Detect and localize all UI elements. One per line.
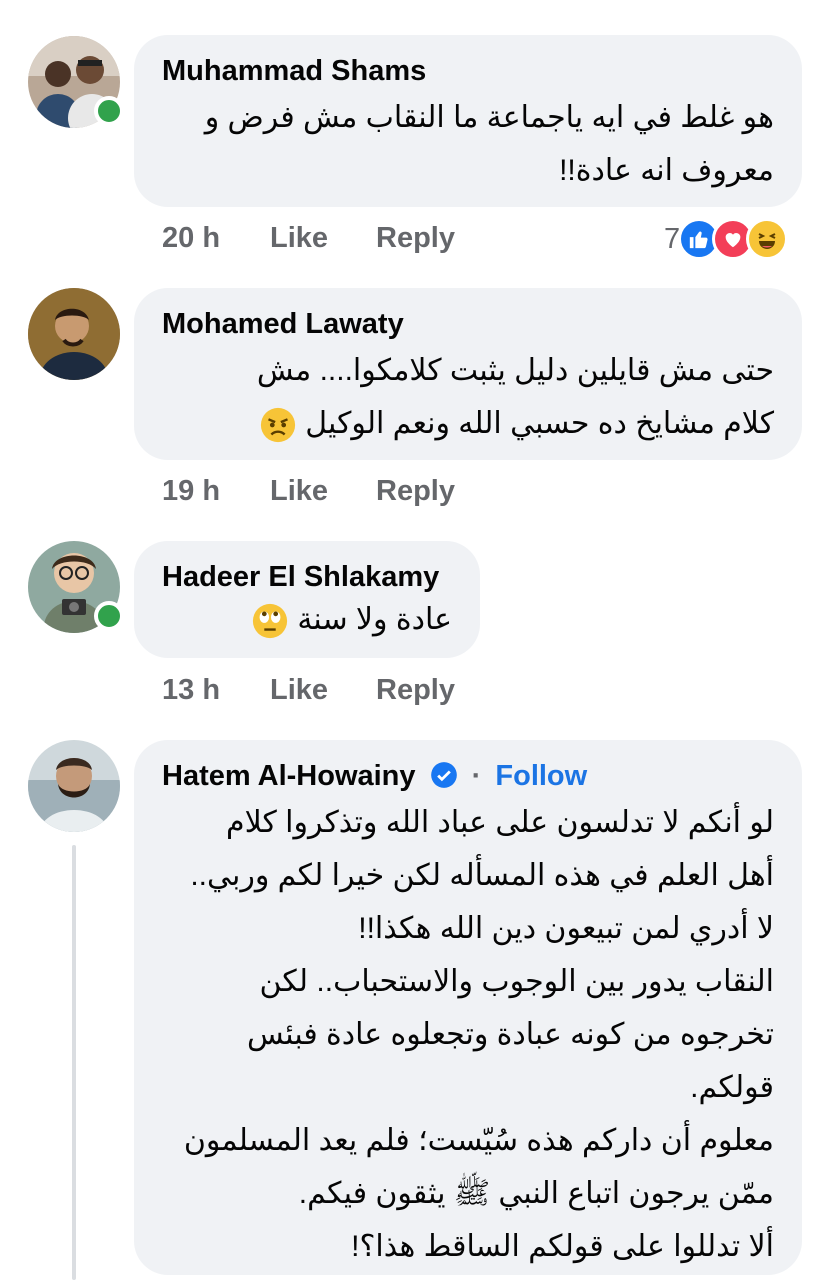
comment-bubble[interactable]: Hadeer El Shlakamy عادة ولا سنة xyxy=(134,541,480,658)
comment-text: عادة ولا سنة xyxy=(162,597,452,643)
reactions-summary[interactable]: 7 xyxy=(664,218,789,260)
verified-badge-icon xyxy=(430,762,457,788)
reply-button[interactable]: Reply xyxy=(376,222,455,255)
comment-line: عادة ولا سنة xyxy=(162,597,452,643)
comment-line: ألا تدللوا على قولكم الساقط هذا؟! xyxy=(351,1230,774,1263)
comment-line: ممّن يرجون اتباع النبي ﷺ يثقون فيكم. xyxy=(298,1177,774,1210)
comment-line: تخرجوه من كونه عبادة وتجعلوه عادة فبئس xyxy=(247,1018,774,1051)
separator: · xyxy=(471,760,482,792)
comment-timestamp[interactable]: 20 h xyxy=(162,222,270,255)
comment-text: هو غلط في ايه ياجماعة ما النقاب مش فرض و… xyxy=(162,91,774,197)
eye-roll-emoji xyxy=(252,603,288,639)
avatar[interactable] xyxy=(28,288,120,380)
online-status-indicator xyxy=(94,96,124,126)
comment-bubble[interactable]: Muhammad Shams هو غلط في ايه ياجماعة ما … xyxy=(134,35,802,207)
comment-line: قولكم. xyxy=(690,1071,774,1104)
comment-timestamp[interactable]: 13 h xyxy=(162,674,270,707)
comment-author[interactable]: Mohamed Lawaty xyxy=(162,306,774,342)
comment-author[interactable]: Muhammad Shams xyxy=(162,53,774,89)
comment-text: حتى مش قايلين دليل يثبت كلامكوا.... مش ك… xyxy=(162,344,774,450)
comment-line: لا أدري لمن تبيعون دين الله هكذا!! xyxy=(358,912,774,945)
comment-text: لو أنكم لا تدلسون على عباد الله وتذكروا … xyxy=(162,796,774,1273)
haha-reaction-icon xyxy=(746,218,789,260)
comment-line: معلوم أن داركم هذه سُيّست؛ فلم يعد المسل… xyxy=(183,1124,774,1157)
comment-line: حتى مش قايلين دليل يثبت كلامكوا.... مش xyxy=(256,354,774,387)
comment-actions: 19 h Like Reply xyxy=(162,475,455,508)
like-button[interactable]: Like xyxy=(270,674,376,707)
comment-timestamp[interactable]: 19 h xyxy=(162,475,270,508)
comment-line-text: كلام مشايخ ده حسبي الله ونعم الوكيل xyxy=(305,407,774,440)
follow-button[interactable]: Follow xyxy=(495,760,587,792)
comment-author[interactable]: Hadeer El Shlakamy xyxy=(162,559,452,595)
comment-line: هو غلط في ايه ياجماعة ما النقاب مش فرض و xyxy=(204,101,774,134)
like-button[interactable]: Like xyxy=(270,475,376,508)
comment-author-row: Hatem Al-Howainy · Follow xyxy=(162,758,774,794)
reply-button[interactable]: Reply xyxy=(376,475,455,508)
comment-line: كلام مشايخ ده حسبي الله ونعم الوكيل xyxy=(162,397,774,450)
comment-bubble[interactable]: Mohamed Lawaty حتى مش قايلين دليل يثبت ك… xyxy=(134,288,802,460)
comment-line: أهل العلم في هذه المسأله لكن خيرا لكم ور… xyxy=(190,859,774,892)
comment-line-text: عادة ولا سنة xyxy=(297,603,452,636)
comment-actions: 13 h Like Reply xyxy=(162,674,455,707)
reply-button[interactable]: Reply xyxy=(376,674,455,707)
comment-author[interactable]: Hatem Al-Howainy xyxy=(162,760,416,792)
online-status-indicator xyxy=(94,601,124,631)
comment-line: معروف انه عادة!! xyxy=(559,154,774,187)
avatar[interactable] xyxy=(28,740,120,832)
comment-line: النقاب يدور بين الوجوب والاستحباب.. لكن xyxy=(259,965,774,998)
comment-actions: 20 h Like Reply xyxy=(162,222,455,255)
angry-face-emoji xyxy=(260,407,296,443)
like-button[interactable]: Like xyxy=(270,222,376,255)
reply-thread-line xyxy=(72,845,76,1280)
comment-bubble[interactable]: Hatem Al-Howainy · Follow لو أنكم لا تدل… xyxy=(134,740,802,1275)
comment-line: لو أنكم لا تدلسون على عباد الله وتذكروا … xyxy=(226,806,774,839)
